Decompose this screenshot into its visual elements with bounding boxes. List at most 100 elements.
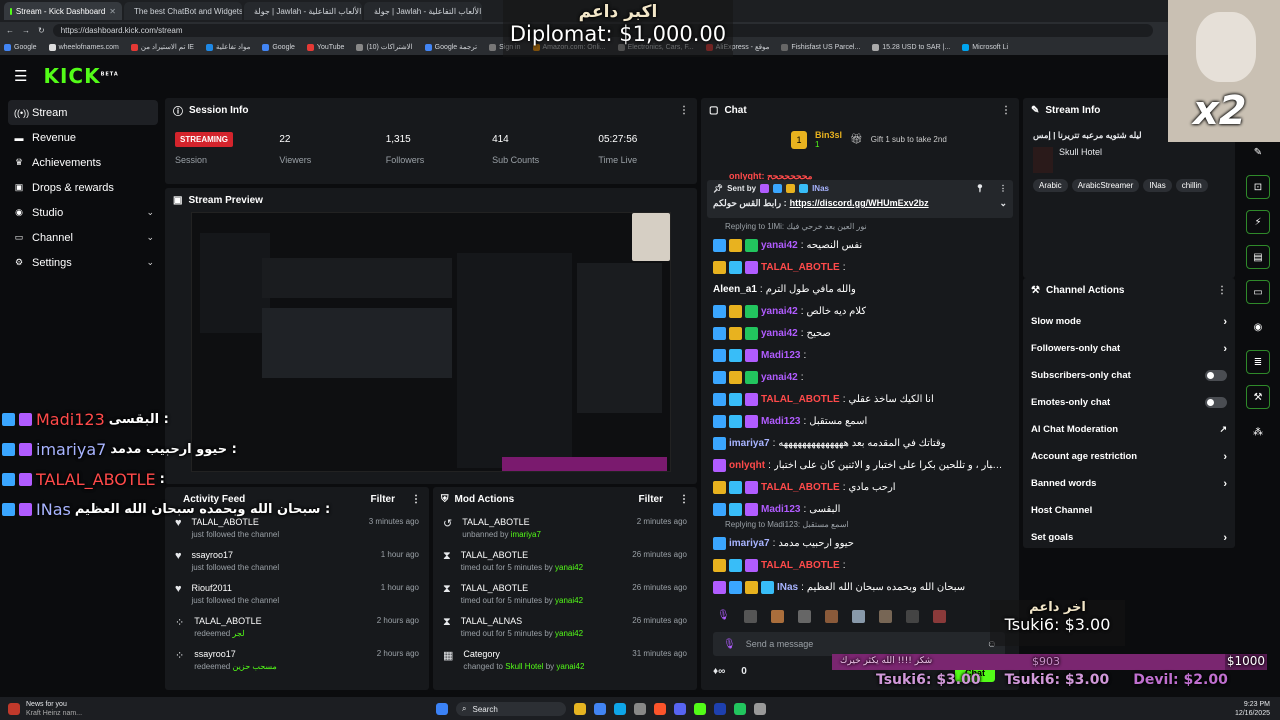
activity-user[interactable]: TALAL_ABOTLE <box>194 616 261 626</box>
system-clock[interactable]: 9:23 PM 12/16/2025 <box>1235 700 1270 718</box>
activity-user[interactable]: Riouf2011 <box>192 583 280 593</box>
clipboard-icon[interactable]: ▤ <box>1246 245 1270 269</box>
chat-username[interactable]: INas <box>777 582 798 593</box>
kick-app-icon[interactable] <box>694 703 706 715</box>
app-icon[interactable] <box>734 703 746 715</box>
sidebar-item-settings[interactable]: ⚙ Settings ⌄ <box>8 250 158 275</box>
activity-user[interactable]: ssayroo17 <box>192 550 280 560</box>
news-widget[interactable]: News for you Kraft Heinz nam... <box>0 700 82 718</box>
reply-context[interactable]: Replying to 1lMi: نور العين بعد خرحي فيك <box>701 222 1019 234</box>
chat-username[interactable]: Aleen_a1 <box>713 284 757 295</box>
chat-username[interactable]: imariya7 <box>729 438 770 449</box>
chevron-down-icon[interactable]: ⌄ <box>999 198 1007 209</box>
bookmark-item[interactable]: تم الاستيراد من IE <box>130 43 194 51</box>
sidebar-item-drops-rewards[interactable]: ▣ Drops & rewards <box>8 175 158 200</box>
mod-target[interactable]: TALAL_ALNAS <box>461 616 583 626</box>
mod-target[interactable]: TALAL_ABOTLE <box>461 550 583 560</box>
reload-icon[interactable]: ↻ <box>38 26 45 35</box>
menu-icon[interactable]: ☰ <box>14 67 27 85</box>
chat-username[interactable]: yanai42 <box>761 240 798 251</box>
emote-icon[interactable] <box>743 610 757 623</box>
emote-icon[interactable] <box>932 610 946 623</box>
mod-by-user[interactable]: yanai42 <box>555 629 583 638</box>
mod-target[interactable]: TALAL_ABOTLE <box>461 583 583 593</box>
filter-button[interactable]: Filter <box>371 494 395 505</box>
kick-logo[interactable]: KICKBETA <box>43 64 118 88</box>
bookmark-item[interactable]: 15.28 USD to SAR |... <box>872 43 950 51</box>
close-icon[interactable]: ✕ <box>109 7 116 16</box>
mod-by-user[interactable]: imariya7 <box>511 530 541 539</box>
nodes-icon[interactable]: ⁂ <box>1246 420 1270 444</box>
channel-action-account-age-restriction[interactable]: Account age restriction › <box>1023 443 1235 470</box>
more-options-icon[interactable]: ⋮ <box>679 105 689 116</box>
gift-user[interactable]: Bin3sl <box>815 130 842 140</box>
chat-bubble-icon[interactable]: ▭ <box>1246 280 1270 304</box>
more-options-icon[interactable]: ⋮ <box>679 494 689 505</box>
chrome-icon[interactable] <box>594 703 606 715</box>
chat-username[interactable]: Madi123 <box>761 416 800 427</box>
more-options-icon[interactable]: ⋮ <box>1217 285 1227 296</box>
mod-by-user[interactable]: yanai42 <box>556 662 584 671</box>
toggle-switch[interactable] <box>1205 370 1227 381</box>
bookmark-item[interactable]: (10) الاشتراكات <box>356 43 413 51</box>
tag-chip[interactable]: INas <box>1143 179 1172 192</box>
tag-chip[interactable]: Arabic <box>1033 179 1068 192</box>
mic-icon[interactable]: 🎙︎ <box>723 639 736 650</box>
bookmark-item[interactable]: Microsoft Li <box>962 43 1008 51</box>
bookmark-item[interactable]: Google <box>4 43 37 51</box>
settings-app-icon[interactable] <box>754 703 766 715</box>
infinity-icon[interactable]: ♦∞ <box>713 666 725 677</box>
more-options-icon[interactable]: ⋮ <box>411 494 421 505</box>
channel-action-subscribers-only-chat[interactable]: Subscribers-only chat <box>1023 362 1235 389</box>
channel-action-slow-mode[interactable]: Slow mode › <box>1023 308 1235 335</box>
tag-chip[interactable]: chillin <box>1175 179 1208 192</box>
file-explorer-icon[interactable] <box>574 703 586 715</box>
channel-action-ai-chat-moderation[interactable]: AI Chat Moderation ↗ <box>1023 416 1235 443</box>
channel-action-followers-only-chat[interactable]: Followers-only chat › <box>1023 335 1235 362</box>
target-icon[interactable]: ⊡ <box>1246 175 1270 199</box>
pinned-link[interactable]: https://discord.gg/WHUmExv2bz <box>790 198 929 209</box>
back-icon[interactable]: ← <box>6 26 14 35</box>
browser-tab[interactable]: The best ChatBot and Widgets fo✕ <box>124 2 242 20</box>
emote-icon[interactable] <box>905 610 919 623</box>
emote-icon[interactable] <box>770 610 784 623</box>
mod-by-user[interactable]: yanai42 <box>555 596 583 605</box>
edge-icon[interactable] <box>614 703 626 715</box>
bookmark-item[interactable]: مواد تفاعلية <box>205 43 250 51</box>
sidebar-item-studio[interactable]: ◉ Studio ⌄ <box>8 200 158 225</box>
browser-tab[interactable]: جولة | Jawlah - منصة الألعاب التفاعلية✕ <box>244 2 362 20</box>
channel-action-set-goals[interactable]: Set goals › <box>1023 524 1235 551</box>
filter-button[interactable]: Filter <box>639 494 663 505</box>
chat-username[interactable]: yanai42 <box>761 372 798 383</box>
chat-username[interactable]: TALAL_ABOTLE <box>761 394 840 405</box>
chat-username[interactable]: yanai42 <box>761 328 798 339</box>
lightning-icon[interactable]: ⚡︎ <box>1246 210 1270 234</box>
bookmark-item[interactable]: Google <box>262 43 295 51</box>
chat-username[interactable]: Madi123 <box>761 504 800 515</box>
more-options-icon[interactable]: ⋮ <box>999 184 1007 193</box>
bookmark-item[interactable]: Fishisfast US Parcel... <box>781 43 860 51</box>
mod-by-user[interactable]: yanai42 <box>555 563 583 572</box>
pencil-icon[interactable]: ✎ <box>1246 140 1270 164</box>
more-options-icon[interactable]: ⋮ <box>1001 105 1011 116</box>
discord-icon[interactable] <box>674 703 686 715</box>
pinned-user[interactable]: INas <box>812 184 829 193</box>
tag-chip[interactable]: ArabicStreamer <box>1071 179 1140 192</box>
wrench-icon[interactable]: ⚒ <box>1246 385 1270 409</box>
sidebar-item-achievements[interactable]: ♛ Achievements <box>8 150 158 175</box>
sidebar-item-channel[interactable]: ▭ Channel ⌄ <box>8 225 158 250</box>
taskbar-search[interactable]: ⌕ Search <box>456 702 566 716</box>
chat-username[interactable]: imariya7 <box>729 538 770 549</box>
mod-by-user[interactable]: Skull Hotel <box>505 662 543 671</box>
chat-username[interactable]: TALAL_ABOTLE <box>761 262 840 273</box>
chat-username[interactable]: yanai42 <box>761 306 798 317</box>
mod-target[interactable]: Category <box>463 649 584 659</box>
steam-icon[interactable] <box>714 703 726 715</box>
brave-icon[interactable] <box>654 703 666 715</box>
channel-action-host-channel[interactable]: Host Channel <box>1023 497 1235 524</box>
emote-icon[interactable] <box>851 610 865 623</box>
browser-tab[interactable]: جولة | Jawlah - منصة الألعاب التفاعلية✕ <box>364 2 482 20</box>
forward-icon[interactable]: → <box>22 26 30 35</box>
chat-username[interactable]: Madi123 <box>761 350 800 361</box>
mod-target[interactable]: TALAL_ABOTLE <box>462 517 541 527</box>
